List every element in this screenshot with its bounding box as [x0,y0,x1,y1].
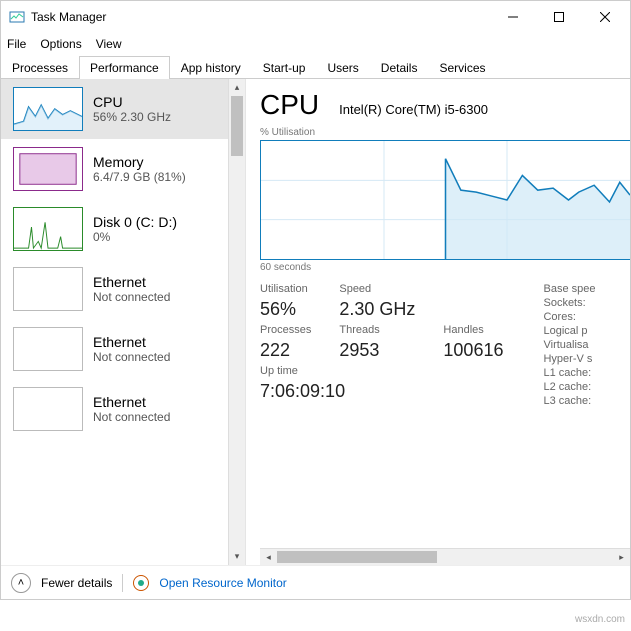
memory-thumb [13,147,83,191]
sidebar-list: CPU 56% 2.30 GHz Memory 6.4/7.9 GB (81%) [1,79,228,565]
cpu-thumb [13,87,83,131]
right-label: Cores: [543,311,595,323]
ethernet-thumb [13,387,83,431]
menu-view[interactable]: View [96,37,122,51]
stat-value-utilisation: 56% [260,299,311,320]
right-label: Logical p [543,325,595,337]
scroll-thumb[interactable] [231,96,243,156]
sidebar-item-label: Ethernet [93,274,170,290]
fewer-details-link[interactable]: Fewer details [41,576,112,590]
stat-label-speed: Speed [339,283,415,295]
ethernet-thumb [13,327,83,371]
resource-monitor-icon[interactable] [133,575,149,591]
menu-options[interactable]: Options [40,37,81,51]
sidebar-item-cpu[interactable]: CPU 56% 2.30 GHz [1,79,228,139]
stats-right: Base spee Sockets: Cores: Logical p Virt… [543,283,595,407]
chart-y-label: % Utilisation [260,127,630,138]
sidebar-item-label: Ethernet [93,394,170,410]
tab-services[interactable]: Services [428,56,496,79]
scroll-up-icon[interactable]: ▴ [229,79,245,96]
sidebar-item-sub: Not connected [93,350,170,364]
sidebar-item-sub: 0% [93,230,177,244]
stat-label-uptime: Up time [260,365,311,377]
footer: ˄ Fewer details Open Resource Monitor [1,565,630,599]
sidebar-item-sub: 6.4/7.9 GB (81%) [93,170,186,184]
chart-x-label: 60 seconds [260,262,630,273]
scroll-thumb[interactable] [277,551,437,563]
sidebar-item-ethernet-3[interactable]: Ethernet Not connected [1,379,228,439]
right-label: Sockets: [543,297,595,309]
main-header: CPU Intel(R) Core(TM) i5-6300 [260,89,630,121]
stats-area: Utilisation Speed 56% 2.30 GHz Processes… [260,283,630,407]
scroll-down-icon[interactable]: ▾ [229,548,245,565]
titlebar[interactable]: Task Manager [1,1,630,33]
stat-value-handles: 100616 [443,340,503,361]
menu-file[interactable]: File [7,37,26,51]
tab-start-up[interactable]: Start-up [252,56,317,79]
close-button[interactable] [582,1,628,33]
task-manager-window: Task Manager File Options View Processes… [0,0,631,600]
sidebar-item-label: Ethernet [93,334,170,350]
sidebar-item-sub: Not connected [93,410,170,424]
sidebar: CPU 56% 2.30 GHz Memory 6.4/7.9 GB (81%) [1,79,246,565]
app-icon [9,9,25,25]
disk-thumb [13,207,83,251]
scroll-right-icon[interactable]: ▸ [613,552,630,563]
main-panel: CPU Intel(R) Core(TM) i5-6300 % Utilisat… [246,79,630,565]
stat-label-handles: Handles [443,324,503,336]
right-label: Base spee [543,283,595,295]
window-controls [490,1,628,33]
main-scrollbar[interactable]: ◂ ▸ [260,548,630,565]
stat-label-threads: Threads [339,324,415,336]
cpu-chart[interactable] [260,140,630,260]
body: CPU 56% 2.30 GHz Memory 6.4/7.9 GB (81%) [1,79,630,565]
page-title: CPU [260,89,319,121]
minimize-button[interactable] [490,1,536,33]
sidebar-item-memory[interactable]: Memory 6.4/7.9 GB (81%) [1,139,228,199]
tab-users[interactable]: Users [316,56,369,79]
menubar: File Options View [1,33,630,55]
stat-label-processes: Processes [260,324,311,336]
window-title: Task Manager [31,10,490,24]
stat-value-processes: 222 [260,340,311,361]
sidebar-item-sub: 56% 2.30 GHz [93,110,171,124]
right-label: L2 cache: [543,381,595,393]
stat-label-utilisation: Utilisation [260,283,311,295]
chevron-up-icon[interactable]: ˄ [11,573,31,593]
cpu-model: Intel(R) Core(TM) i5-6300 [339,102,488,117]
stat-value-speed: 2.30 GHz [339,299,415,320]
right-label: Virtualisa [543,339,595,351]
tabs: Processes Performance App history Start-… [1,55,630,79]
stat-value-uptime: 7:06:09:10 [260,381,503,402]
tab-processes[interactable]: Processes [1,56,79,79]
sidebar-item-disk[interactable]: Disk 0 (C: D:) 0% [1,199,228,259]
tab-details[interactable]: Details [370,56,429,79]
watermark: wsxdn.com [575,614,625,625]
right-label: L1 cache: [543,367,595,379]
tab-performance[interactable]: Performance [79,56,170,79]
right-label: Hyper-V s [543,353,595,365]
open-resource-monitor-link[interactable]: Open Resource Monitor [159,576,286,590]
sidebar-item-label: Memory [93,154,186,170]
divider [122,574,123,592]
tab-app-history[interactable]: App history [170,56,252,79]
sidebar-item-label: Disk 0 (C: D:) [93,214,177,230]
stats-left: Utilisation Speed 56% 2.30 GHz Processes… [260,283,503,407]
right-label: L3 cache: [543,395,595,407]
sidebar-item-sub: Not connected [93,290,170,304]
scroll-left-icon[interactable]: ◂ [260,552,277,563]
sidebar-scrollbar[interactable]: ▴ ▾ [228,79,245,565]
ethernet-thumb [13,267,83,311]
maximize-button[interactable] [536,1,582,33]
sidebar-item-ethernet-2[interactable]: Ethernet Not connected [1,319,228,379]
sidebar-item-ethernet-1[interactable]: Ethernet Not connected [1,259,228,319]
stat-value-threads: 2953 [339,340,415,361]
sidebar-item-label: CPU [93,94,171,110]
